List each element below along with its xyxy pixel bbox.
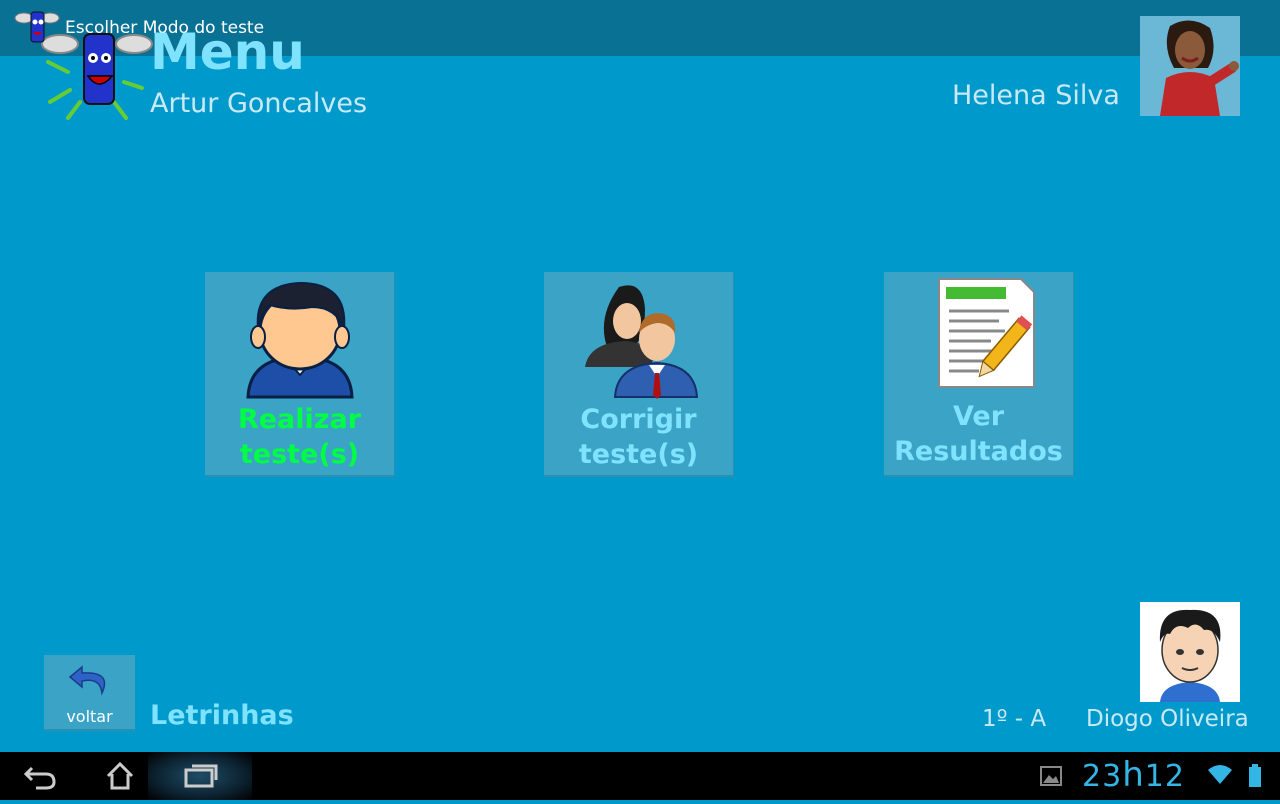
student-icon: [246, 281, 354, 399]
undo-arrow-icon: [68, 665, 106, 696]
nav-home-button[interactable]: [90, 752, 150, 800]
battery-icon: [1249, 764, 1261, 787]
take-test-label-line2: teste(s): [239, 439, 360, 470]
page-title: Menu: [150, 23, 305, 81]
kid-avatar[interactable]: [1140, 602, 1240, 702]
brand-name: Letrinhas: [150, 700, 294, 731]
view-results-button[interactable]: Ver Resultados: [884, 272, 1074, 477]
action-bar-logo-icon[interactable]: [14, 6, 60, 50]
view-results-label-line2: Resultados: [894, 436, 1063, 467]
clock-hours: 23: [1082, 759, 1123, 794]
take-test-label-line1: Realizar: [237, 404, 362, 435]
nav-recent-apps-button[interactable]: [148, 752, 252, 800]
back-button-label: voltar: [66, 707, 113, 726]
nav-back-icon: [23, 766, 56, 790]
wifi-icon: [1208, 765, 1232, 784]
class-label: 1º - A: [982, 706, 1047, 732]
nav-back-button[interactable]: [10, 752, 70, 800]
back-button[interactable]: voltar: [44, 655, 135, 731]
correct-test-button[interactable]: Corrigir teste(s): [544, 272, 734, 477]
results-document-icon: [938, 278, 1035, 388]
clock-minutes: 12: [1144, 759, 1185, 794]
status-clock: 23h12: [1082, 755, 1185, 795]
recent-apps-icon: [184, 764, 218, 788]
gallery-notification-icon: [1040, 766, 1062, 786]
take-test-button[interactable]: Realizar teste(s): [205, 272, 395, 477]
home-icon: [106, 761, 134, 790]
student-name: Artur Goncalves: [150, 88, 368, 119]
clock-separator: h: [1122, 755, 1145, 795]
teacher-name: Helena Silva: [952, 80, 1120, 111]
correct-test-label-line1: Corrigir: [580, 404, 697, 435]
kid-name: Diogo Oliveira: [1086, 706, 1249, 732]
view-results-label-line1: Ver: [952, 401, 1005, 432]
teachers-icon: [585, 285, 699, 399]
correct-test-label-line2: teste(s): [578, 439, 699, 470]
teacher-avatar[interactable]: [1140, 16, 1240, 116]
